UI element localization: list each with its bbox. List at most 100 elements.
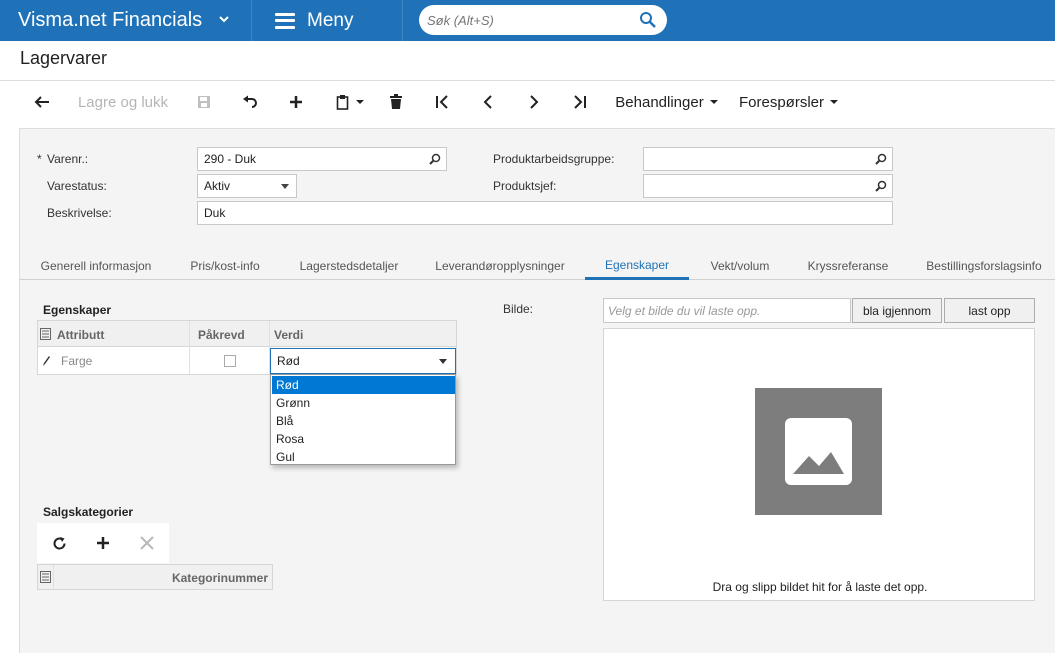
last-record-icon: [574, 95, 586, 109]
top-bar: Visma.net Financials Meny: [0, 0, 1055, 41]
undo-icon: [243, 95, 257, 108]
chevron-down-icon: [355, 100, 364, 104]
browse-button[interactable]: bla igjennom: [852, 298, 942, 323]
previous-button[interactable]: [474, 82, 502, 122]
undo-button[interactable]: [236, 82, 264, 122]
search-icon[interactable]: [875, 153, 887, 165]
first-record-icon: [436, 95, 448, 109]
dropdown-option[interactable]: Grønn: [272, 394, 455, 412]
tab-general-info[interactable]: Generell informasjon: [29, 252, 163, 280]
dropdown-option[interactable]: Rød: [272, 376, 455, 394]
item-no-label: Varenr.:: [47, 152, 89, 166]
last-record-button[interactable]: [566, 82, 594, 122]
page-title: Lagervarer: [20, 48, 108, 68]
item-no-field[interactable]: 290 - Duk: [197, 147, 447, 171]
tab-supplier-info[interactable]: Leverandøropplysninger: [425, 252, 575, 280]
search-icon[interactable]: [875, 180, 887, 192]
chevron-down-icon: [830, 100, 838, 104]
sales-categories-title: Salgskategorier: [43, 505, 134, 519]
image-file-input[interactable]: Velg et bilde du vil laste opp.: [603, 298, 851, 323]
save-close-button[interactable]: Lagre og lukk: [72, 82, 174, 122]
pencil-icon: [43, 356, 50, 366]
item-no-value: 290 - Duk: [204, 152, 257, 166]
save-icon: [198, 96, 210, 108]
attributes-section-title: Egenskaper: [43, 303, 112, 317]
add-button[interactable]: [282, 82, 310, 122]
col-category-number: Kategorinummer: [171, 571, 268, 585]
close-icon: [140, 536, 154, 550]
actions-label: Behandlinger: [615, 93, 704, 111]
attribute-name: Farge: [61, 354, 93, 368]
tab-warehouse-details[interactable]: Lagerstedsdetaljer: [289, 252, 409, 280]
dropdown-option[interactable]: Gul: [272, 448, 455, 466]
required-checkbox[interactable]: [224, 355, 236, 367]
next-icon: [530, 95, 539, 109]
menu-button[interactable]: Meny: [253, 0, 403, 41]
product-workgroup-field[interactable]: [643, 147, 893, 171]
value-selected: Rød: [277, 354, 300, 368]
clipboard-icon: [336, 95, 348, 110]
description-field[interactable]: Duk: [197, 201, 893, 225]
refresh-icon: [53, 536, 66, 549]
copy-paste-button[interactable]: [330, 82, 370, 122]
menu-label: Meny: [307, 9, 354, 31]
status-label: Varestatus:: [47, 179, 107, 193]
product-manager-label: Produktsjef:: [493, 179, 557, 193]
hamburger-icon: [275, 12, 295, 29]
column-config-icon[interactable]: [40, 328, 51, 340]
delete-row-button[interactable]: [125, 523, 169, 563]
back-button[interactable]: [28, 82, 56, 122]
search-input[interactable]: [427, 11, 627, 29]
refresh-button[interactable]: [37, 523, 81, 563]
app-switcher[interactable]: Visma.net Financials: [0, 0, 252, 41]
sales-categories-toolbar: [37, 523, 169, 563]
search-icon[interactable]: [429, 153, 441, 165]
toolbar: Lagre og lukk Behandlinger Forespørsler: [0, 82, 1055, 122]
product-manager-field[interactable]: [643, 174, 893, 198]
divider: [53, 565, 54, 589]
value-select[interactable]: Rød: [270, 348, 456, 374]
chevron-down-icon: [439, 359, 447, 364]
upload-button[interactable]: last opp: [944, 298, 1035, 323]
tab-cross-reference[interactable]: Kryssreferanse: [799, 252, 897, 280]
image-icon: [785, 418, 852, 485]
description-value: Duk: [204, 206, 226, 220]
first-record-button[interactable]: [428, 82, 456, 122]
col-required: Påkrevd: [198, 328, 245, 342]
inquiries-menu[interactable]: Forespørsler: [736, 82, 842, 122]
chevron-down-icon: [219, 16, 229, 23]
back-arrow-icon: [34, 96, 49, 108]
chevron-down-icon: [709, 100, 718, 104]
plus-icon: [97, 537, 109, 549]
dropdown-option[interactable]: Rosa: [272, 430, 455, 448]
drop-hint: Dra og slipp bildet hit for å laste det …: [712, 580, 928, 594]
col-value: Verdi: [274, 328, 304, 342]
image-placeholder: [755, 388, 882, 515]
col-attribute: Attributt: [57, 328, 105, 342]
image-drop-zone[interactable]: Dra og slipp bildet hit for å laste det …: [603, 328, 1035, 601]
tab-bar: Generell informasjon Pris/kost-info Lage…: [19, 252, 1055, 280]
trash-icon: [390, 94, 402, 109]
status-value: Aktiv: [204, 179, 231, 193]
next-button[interactable]: [520, 82, 548, 122]
tab-replenishment-info[interactable]: Bestillingsforslagsinfo: [919, 252, 1049, 280]
description-label: Beskrivelse:: [47, 206, 112, 220]
product-workgroup-label: Produktarbeidsgruppe:: [493, 152, 615, 166]
status-select[interactable]: Aktiv: [197, 174, 297, 198]
image-label: Bilde:: [503, 302, 534, 316]
save-button[interactable]: [190, 82, 218, 122]
column-config-icon[interactable]: [40, 571, 51, 583]
actions-menu[interactable]: Behandlinger: [612, 82, 722, 122]
global-search[interactable]: [419, 5, 667, 35]
add-row-button[interactable]: [81, 523, 125, 563]
chevron-down-icon: [281, 184, 289, 189]
dropdown-option[interactable]: Blå: [272, 412, 455, 430]
delete-button[interactable]: [382, 82, 410, 122]
tab-weight-volume[interactable]: Vekt/volum: [701, 252, 779, 280]
value-dropdown-list: Rød Grønn Blå Rosa Gul: [270, 374, 456, 465]
sales-categories-grid: Kategorinummer: [37, 564, 273, 590]
tab-attributes[interactable]: Egenskaper: [585, 252, 689, 280]
search-icon[interactable]: [639, 11, 657, 29]
plus-icon: [290, 96, 302, 108]
tab-price-cost[interactable]: Pris/kost-info: [177, 252, 273, 280]
